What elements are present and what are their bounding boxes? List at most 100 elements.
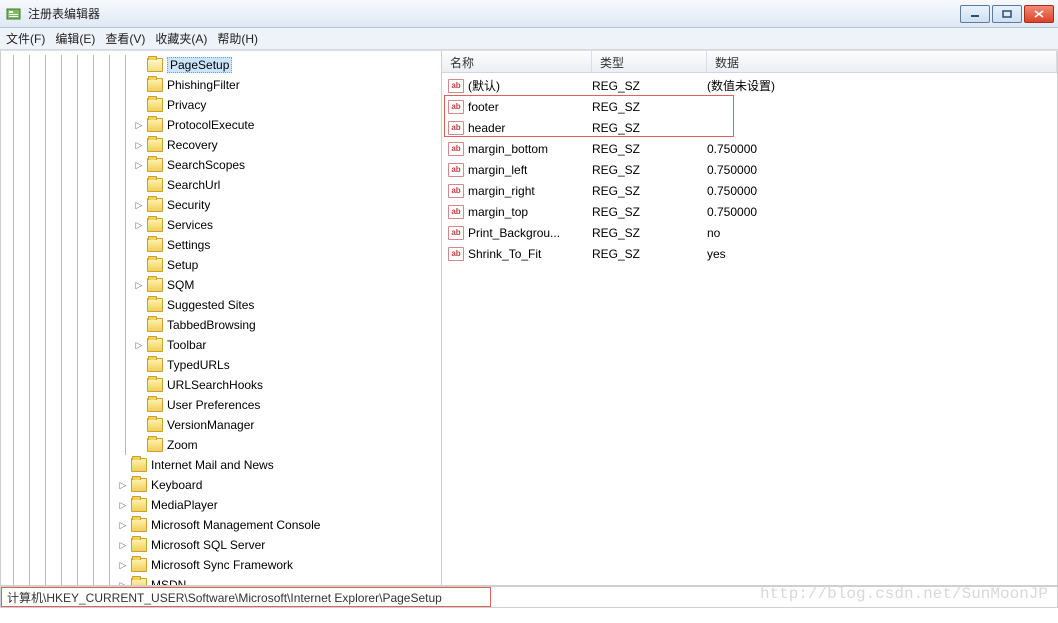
list-row[interactable]: abShrink_To_FitREG_SZyes (442, 243, 1057, 264)
folder-icon (147, 118, 163, 132)
list-row[interactable]: abheaderREG_SZ (442, 117, 1057, 138)
tree-item-label: Keyboard (151, 478, 202, 492)
tree-item[interactable]: User Preferences (1, 395, 441, 415)
tree-expander-icon[interactable]: ▷ (117, 499, 129, 511)
tree-scroll[interactable]: PageSetup PhishingFilter Privacy ▷ProtocolE… (1, 51, 441, 585)
string-value-icon: ab (448, 142, 464, 156)
tree-item[interactable]: ▷MediaPlayer (1, 495, 441, 515)
window-buttons (960, 5, 1054, 23)
tree-item[interactable]: ▷Microsoft SQL Server (1, 535, 441, 555)
tree-item[interactable]: PhishingFilter (1, 75, 441, 95)
tree-item[interactable]: URLSearchHooks (1, 375, 441, 395)
folder-icon (147, 338, 163, 352)
list-row[interactable]: abfooterREG_SZ (442, 96, 1057, 117)
tree-expander-icon[interactable]: ▷ (133, 159, 145, 171)
tree-expander-icon[interactable]: ▷ (117, 559, 129, 571)
list-row[interactable]: abmargin_leftREG_SZ0.750000 (442, 159, 1057, 180)
tree-item-label: MSDN (151, 578, 186, 585)
tree-item[interactable]: ▷ Microsoft Sync Framework (1, 555, 441, 575)
value-name: margin_right (468, 184, 592, 198)
tree-item-label: Privacy (167, 98, 206, 112)
tree-expander-icon[interactable]: ▷ (133, 279, 145, 291)
tree-item[interactable]: Zoom (1, 435, 441, 455)
tree-expander-icon[interactable]: ▷ (133, 119, 145, 131)
tree-expander-icon (133, 399, 145, 411)
tree-item[interactable]: Privacy (1, 95, 441, 115)
tree-expander-icon[interactable]: ▷ (117, 519, 129, 531)
folder-icon (131, 538, 147, 552)
minimize-button[interactable] (960, 5, 990, 23)
menu-favorites[interactable]: 收藏夹(A) (155, 30, 207, 47)
folder-icon (147, 138, 163, 152)
menu-edit[interactable]: 编辑(E) (55, 30, 95, 47)
col-header-name[interactable]: 名称 (442, 51, 592, 72)
tree-expander-icon[interactable]: ▷ (117, 539, 129, 551)
tree-item[interactable]: SearchUrl (1, 175, 441, 195)
tree-item[interactable]: VersionManager (1, 415, 441, 435)
tree-item-label: SearchUrl (167, 178, 220, 192)
list-row[interactable]: abmargin_bottomREG_SZ0.750000 (442, 138, 1057, 159)
tree-item[interactable]: ▷Security (1, 195, 441, 215)
folder-icon (147, 158, 163, 172)
tree-item[interactable]: TypedURLs (1, 355, 441, 375)
tree-item[interactable]: TabbedBrowsing (1, 315, 441, 335)
tree-expander-icon[interactable]: ▷ (133, 199, 145, 211)
menu-view[interactable]: 查看(V) (105, 30, 145, 47)
close-button[interactable] (1024, 5, 1054, 23)
tree-item[interactable]: Suggested Sites (1, 295, 441, 315)
maximize-button[interactable] (992, 5, 1022, 23)
folder-icon (147, 258, 163, 272)
value-type: REG_SZ (592, 226, 707, 240)
folder-icon (147, 358, 163, 372)
tree-expander-icon (133, 239, 145, 251)
tree-item[interactable]: Settings (1, 235, 441, 255)
tree-item[interactable]: ▷Recovery (1, 135, 441, 155)
tree-item-label: User Preferences (167, 398, 260, 412)
list-row[interactable]: abmargin_rightREG_SZ0.750000 (442, 180, 1057, 201)
tree-expander-icon[interactable]: ▷ (133, 339, 145, 351)
list-row[interactable]: abPrint_Backgrou...REG_SZno (442, 222, 1057, 243)
list-header: 名称 类型 数据 (442, 51, 1057, 73)
tree-item[interactable]: PageSetup (1, 55, 441, 75)
folder-icon (131, 478, 147, 492)
tree-expander-icon[interactable]: ▷ (117, 579, 129, 585)
string-value-icon: ab (448, 79, 464, 93)
string-value-icon: ab (448, 205, 464, 219)
tree-item[interactable]: ▷ Keyboard (1, 475, 441, 495)
value-type: REG_SZ (592, 121, 707, 135)
tree-item[interactable]: ▷Toolbar (1, 335, 441, 355)
menubar: 文件(F) 编辑(E) 查看(V) 收藏夹(A) 帮助(H) (0, 28, 1058, 50)
status-path: 计算机\HKEY_CURRENT_USER\Software\Microsoft… (7, 589, 442, 606)
tree-item-label: Internet Mail and News (151, 458, 274, 472)
tree-item-label: Suggested Sites (167, 298, 254, 312)
folder-icon (147, 78, 163, 92)
tree-expander-icon[interactable]: ▷ (133, 139, 145, 151)
folder-icon (131, 458, 147, 472)
col-header-data[interactable]: 数据 (707, 51, 1057, 72)
tree-expander-icon (133, 359, 145, 371)
menu-file[interactable]: 文件(F) (6, 30, 45, 47)
tree-item[interactable]: ▷Microsoft Management Console (1, 515, 441, 535)
tree-item[interactable]: ▷ProtocolExecute (1, 115, 441, 135)
tree-item[interactable]: ▷Services (1, 215, 441, 235)
col-header-type[interactable]: 类型 (592, 51, 707, 72)
list-row[interactable]: ab(默认)REG_SZ(数值未设置) (442, 75, 1057, 96)
tree-item-label: Microsoft Sync Framework (151, 558, 293, 572)
tree-item[interactable]: Internet Mail and News (1, 455, 441, 475)
tree-expander-icon[interactable]: ▷ (133, 219, 145, 231)
list-pane: 名称 类型 数据 ab(默认)REG_SZ(数值未设置)abfooterREG_… (442, 51, 1058, 586)
tree-item[interactable]: ▷SearchScopes (1, 155, 441, 175)
folder-icon (131, 558, 147, 572)
tree-item-label: PhishingFilter (167, 78, 240, 92)
tree-item-label: TabbedBrowsing (167, 318, 256, 332)
tree-item[interactable]: ▷SQM (1, 275, 441, 295)
value-type: REG_SZ (592, 163, 707, 177)
list-row[interactable]: abmargin_topREG_SZ0.750000 (442, 201, 1057, 222)
tree-item[interactable]: ▷ MSDN (1, 575, 441, 585)
tree-item[interactable]: Setup (1, 255, 441, 275)
menu-help[interactable]: 帮助(H) (217, 30, 258, 47)
value-data: yes (707, 247, 1057, 261)
folder-icon (147, 438, 163, 452)
tree-expander-icon[interactable]: ▷ (117, 479, 129, 491)
string-value-icon: ab (448, 247, 464, 261)
